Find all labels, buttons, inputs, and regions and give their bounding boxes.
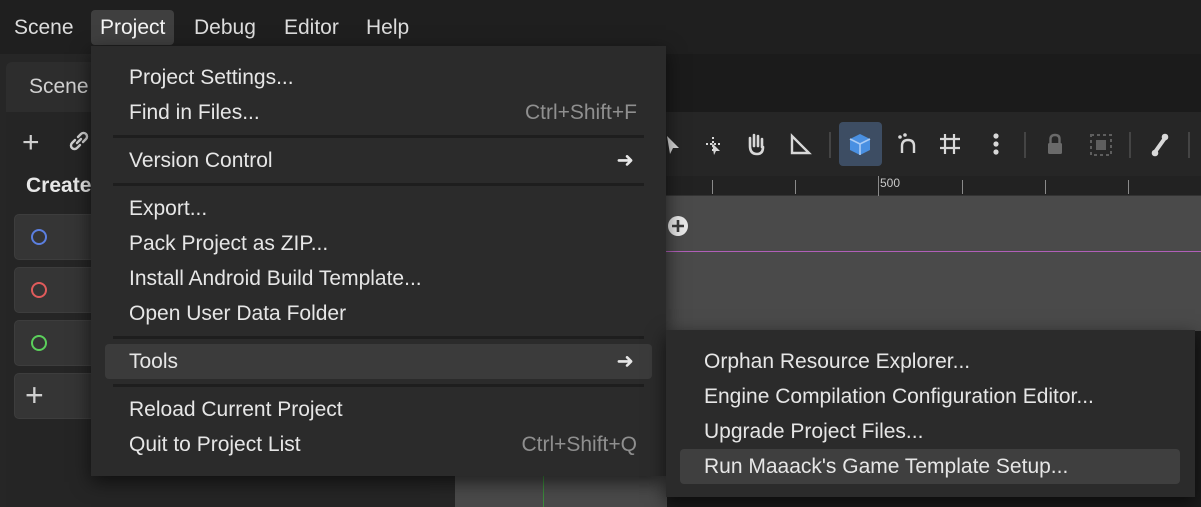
menu-scene[interactable]: Scene [5, 10, 83, 45]
menu-item-project-settings[interactable]: Project Settings... [91, 60, 666, 95]
submenu-item-engine-compilation-config[interactable]: Engine Compilation Configuration Editor.… [666, 379, 1195, 414]
arrow-right-icon: ➜ [616, 350, 634, 373]
group-icon[interactable] [1086, 126, 1116, 162]
menu-separator [113, 135, 644, 138]
circle-node-icon [31, 335, 47, 351]
bone-icon[interactable] [1145, 126, 1175, 162]
cube-tool-icon[interactable] [845, 126, 875, 162]
project-menu: Project Settings... Find in Files... Ctr… [91, 46, 666, 476]
tab-scene[interactable]: Scene [6, 62, 96, 112]
menu-separator [113, 384, 644, 387]
menu-editor[interactable]: Editor [275, 10, 348, 45]
menu-item-quit-to-project-list[interactable]: Quit to Project List Ctrl+Shift+Q [91, 427, 666, 462]
pan-tool-icon[interactable] [741, 126, 771, 162]
menu-separator [113, 183, 644, 186]
menu-item-pack-zip[interactable]: Pack Project as ZIP... [91, 226, 666, 261]
menu-item-label: Export... [129, 197, 208, 220]
add-point-icon[interactable] [666, 214, 690, 238]
ruler-tool-icon[interactable] [785, 126, 815, 162]
submenu-item-label: Orphan Resource Explorer... [704, 350, 971, 373]
move-tool-icon[interactable] [698, 126, 728, 162]
menu-item-label: Install Android Build Template... [129, 267, 422, 290]
toolbar-separator [1024, 132, 1026, 158]
menu-item-install-android-template[interactable]: Install Android Build Template... [91, 261, 666, 296]
lock-icon[interactable] [1040, 126, 1070, 162]
ruler-tick [1045, 180, 1046, 194]
ruler-tick [962, 180, 963, 194]
circle-node-icon [31, 282, 47, 298]
menu-item-shortcut: Ctrl+Shift+Q [521, 433, 637, 456]
menu-item-label: Open User Data Folder [129, 302, 347, 325]
menu-item-label: Tools [129, 350, 179, 373]
ruler-tick-major [878, 176, 879, 196]
plus-icon: + [25, 377, 44, 413]
menu-item-label: Version Control [129, 149, 273, 172]
menu-item-highlight [105, 344, 652, 379]
menu-item-shortcut: Ctrl+Shift+F [524, 101, 637, 124]
ruler-tick [712, 180, 713, 194]
menu-help[interactable]: Help [357, 10, 418, 45]
menu-item-tools[interactable]: Tools ➜ [91, 344, 666, 379]
submenu-item-label: Upgrade Project Files... [704, 420, 924, 443]
menu-item-label: Find in Files... [129, 101, 260, 124]
grid-snap-icon[interactable] [935, 126, 965, 162]
ruler-label: 500 [880, 176, 901, 190]
menu-item-find-in-files[interactable]: Find in Files... Ctrl+Shift+F [91, 95, 666, 130]
tools-submenu: Orphan Resource Explorer... Engine Compi… [666, 330, 1195, 497]
circle-node-icon [31, 229, 47, 245]
menu-debug[interactable]: Debug [185, 10, 265, 45]
more-options-icon[interactable] [981, 126, 1011, 162]
horizontal-ruler: 500 [665, 176, 1201, 196]
menu-item-label: Pack Project as ZIP... [129, 232, 329, 255]
link-icon[interactable] [66, 128, 92, 154]
menu-item-open-user-data[interactable]: Open User Data Folder [91, 296, 666, 331]
menu-item-label: Quit to Project List [129, 433, 301, 456]
menu-item-version-control[interactable]: Version Control ➜ [91, 143, 666, 178]
menu-project[interactable]: Project [91, 10, 175, 45]
smart-snap-icon[interactable] [893, 126, 923, 162]
ruler-tick [795, 180, 796, 194]
menu-separator [113, 336, 644, 339]
toolbar-separator [829, 132, 831, 158]
toolbar-separator [1188, 132, 1190, 158]
menu-item-reload-project[interactable]: Reload Current Project [91, 392, 666, 427]
submenu-item-orphan-resource-explorer[interactable]: Orphan Resource Explorer... [666, 344, 1195, 379]
viewport-canvas[interactable] [665, 196, 1201, 331]
create-root-label: Create [26, 174, 92, 197]
menu-item-label: Reload Current Project [129, 398, 343, 421]
add-node-icon[interactable]: + [22, 128, 40, 158]
submenu-item-label: Engine Compilation Configuration Editor.… [704, 385, 1094, 408]
ruler-tick [1128, 180, 1129, 194]
toolbar-separator [1129, 132, 1131, 158]
submenu-item-label: Run Maaack's Game Template Setup... [704, 455, 1069, 478]
canvas-guide-line [665, 251, 1201, 252]
submenu-item-run-template-setup[interactable]: Run Maaack's Game Template Setup... [666, 449, 1195, 484]
submenu-item-upgrade-project-files[interactable]: Upgrade Project Files... [666, 414, 1195, 449]
arrow-right-icon: ➜ [616, 149, 634, 172]
menu-item-export[interactable]: Export... [91, 191, 666, 226]
menu-item-label: Project Settings... [129, 66, 294, 89]
